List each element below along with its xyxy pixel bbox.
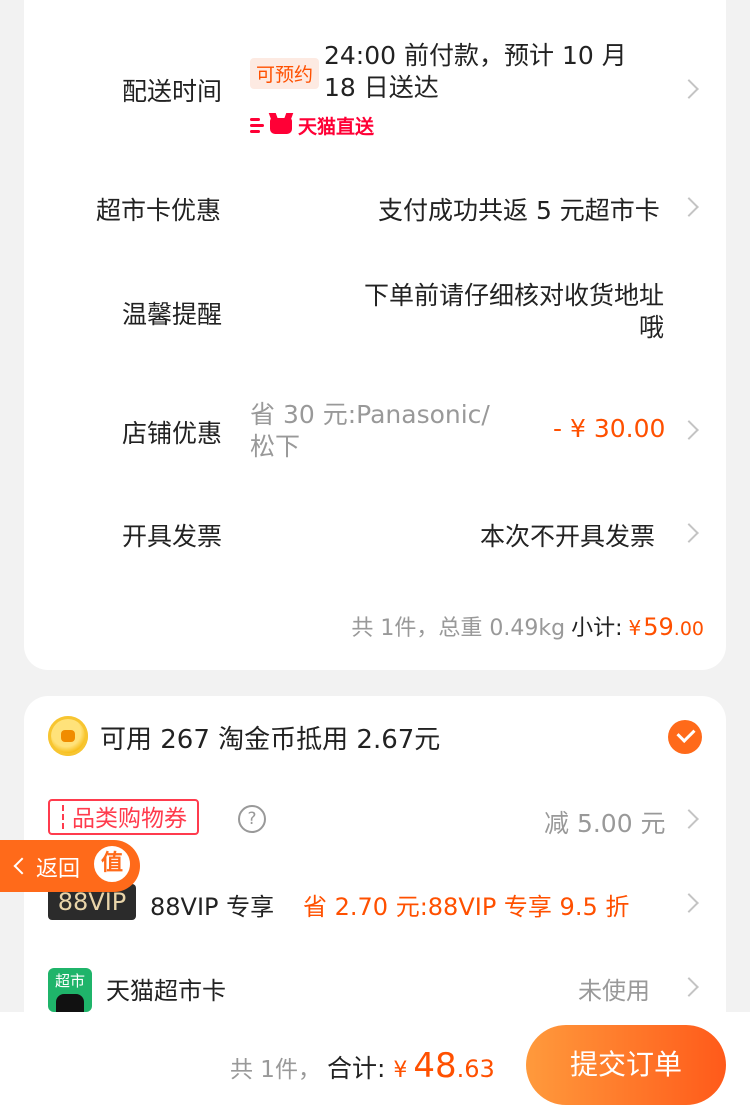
coin-icon	[48, 716, 88, 756]
total-label: 合计:	[326, 1054, 386, 1083]
subtotal-int: 59	[643, 613, 674, 641]
vip-label: 88VIP 专享	[150, 893, 275, 921]
worth-icon: 值	[92, 844, 132, 884]
help-icon[interactable]: ?	[238, 805, 266, 833]
tmall-direct-text: 天猫直送	[298, 116, 375, 138]
subtotal-currency: ¥	[628, 616, 642, 640]
back-label: 返回	[36, 857, 81, 882]
store-discount-amount[interactable]: - ¥ 30.00	[553, 414, 665, 443]
category-coupon-tag: 品类购物券	[48, 799, 199, 835]
tmall-cat-icon	[56, 994, 84, 1012]
reminder-label: 温馨提醒	[122, 300, 223, 329]
coins-check-icon[interactable]	[668, 720, 702, 754]
tmall-card-value[interactable]: 未使用	[578, 971, 650, 1006]
subtotal-dec: .00	[673, 618, 704, 640]
preorder-badge: 可预约	[250, 58, 320, 89]
total-count: 共 1件，	[230, 1057, 321, 1083]
store-discount-label: 店铺优惠	[122, 419, 223, 448]
store-discount-desc: 省 30 元:Panasonic/松下	[250, 400, 490, 461]
tmall-supermarket-card-icon: 超市	[48, 968, 92, 1012]
total-int: 48	[413, 1046, 457, 1086]
delivery-label: 配送时间	[122, 77, 223, 106]
speed-lines-icon	[250, 118, 264, 133]
total-summary: 共 1件， 合计: ¥ 48 .63	[230, 1046, 495, 1086]
submit-order-button[interactable]: 提交订单	[526, 1025, 726, 1105]
reminder-value: 下单前请仔细核对收货地址哦	[363, 281, 664, 342]
chevron-left-icon	[13, 857, 31, 875]
supermarket-card-offer-value[interactable]: 支付成功共返 5 元超市卡	[378, 191, 660, 227]
floating-back-button[interactable]: 返回 值	[0, 840, 140, 892]
subtotal-summary: 共 1件，总重 0.49kg	[351, 616, 566, 641]
tmall-direct-tag: 天猫直送	[250, 112, 374, 139]
subtotal-label: 小计:	[571, 616, 623, 641]
subtotal-row: 共 1件，总重 0.49kg 小计: ¥ 59 .00	[351, 610, 704, 642]
vip-value[interactable]: 省 2.70 元:88VIP 专享 9.5 折	[303, 887, 629, 922]
category-coupon-value[interactable]: 减 5.00 元	[544, 804, 666, 840]
delivery-time-text: 24:00 前付款，预计 10 月 18 日送达	[324, 41, 627, 102]
tmall-card-label: 天猫超市卡	[106, 977, 226, 1005]
coins-text: 可用 267 淘金币抵用 2.67元	[100, 725, 441, 755]
total-dec: .63	[456, 1055, 495, 1083]
market-card-icon-text: 超市	[54, 972, 85, 990]
invoice-label: 开具发票	[122, 522, 223, 551]
supermarket-card-offer-label: 超市卡优惠	[96, 196, 222, 225]
total-currency: ¥	[393, 1058, 408, 1083]
tmall-cat-icon	[270, 117, 292, 134]
invoice-value[interactable]: 本次不开具发票	[480, 517, 655, 553]
